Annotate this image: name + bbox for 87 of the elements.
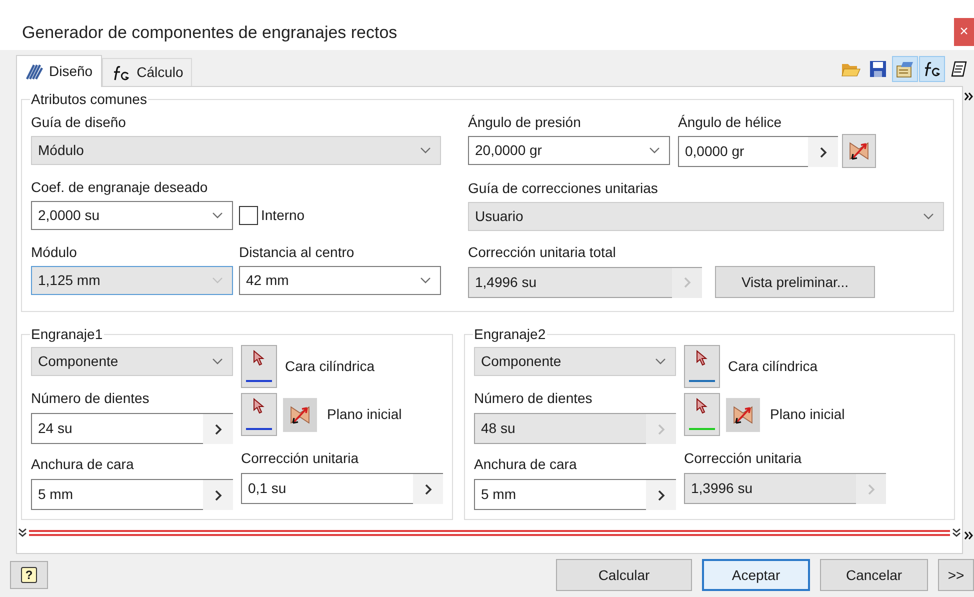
more-button[interactable] <box>203 479 233 510</box>
chevron-down-icon <box>655 358 666 365</box>
more-button[interactable] <box>646 479 676 510</box>
chevron-right-icon <box>658 424 664 434</box>
field-label: Plano inicial <box>327 405 402 424</box>
chevron-right-icon <box>214 424 222 434</box>
field-label: Coef. de engranaje deseado <box>31 178 209 197</box>
chevron-right-icon <box>684 277 690 288</box>
chevron-right-icon <box>424 484 432 494</box>
group-title: Engranaje1 <box>30 325 104 344</box>
hatch-icon <box>25 62 43 80</box>
chevron-down-icon <box>420 147 431 154</box>
cursor-icon <box>696 350 708 366</box>
flip-button[interactable] <box>842 134 876 168</box>
field-label: Anchura de cara <box>474 455 578 474</box>
field-label: Guía de correcciones unitarias <box>468 179 659 198</box>
cursor-icon <box>253 398 265 414</box>
field-label: Anchura de cara <box>31 455 135 474</box>
select-button[interactable] <box>241 345 277 388</box>
select-button[interactable] <box>684 345 720 388</box>
select-button[interactable] <box>241 393 277 436</box>
select-button[interactable] <box>684 393 720 436</box>
field-label: Guía de diseño <box>31 113 127 132</box>
field-label: Número de dientes <box>31 389 150 408</box>
input-field[interactable]: 5 mm <box>31 479 203 510</box>
properties-icon <box>895 60 915 78</box>
checkbox[interactable] <box>239 206 258 225</box>
chevron-right-icon <box>214 490 222 500</box>
more-button[interactable] <box>808 136 838 167</box>
chevron-right-icon <box>868 484 874 494</box>
cursor-icon <box>253 350 265 366</box>
field-label: Corrección unitaria <box>241 449 360 468</box>
cursor-icon <box>696 398 708 414</box>
notes-icon <box>950 60 968 78</box>
group-title: Engranaje2 <box>473 325 547 344</box>
dialog-button[interactable]: Aceptar <box>702 559 810 591</box>
double-chevron-down-icon <box>952 528 961 537</box>
flip-button[interactable] <box>726 398 760 432</box>
toolbar-button[interactable] <box>919 56 945 82</box>
chevron-down-icon <box>923 213 934 220</box>
chevron-right-icon <box>820 146 826 158</box>
chevron-down-icon <box>649 147 660 154</box>
field-label: Corrección unitaria <box>684 449 802 468</box>
field-label: Plano inicial <box>770 405 845 424</box>
chevron-down-icon <box>212 358 223 365</box>
flip-icon <box>848 140 870 162</box>
more-button[interactable] <box>413 473 443 504</box>
input-field[interactable]: 5 mm <box>474 479 646 510</box>
save-icon <box>869 60 887 78</box>
chevron-down-icon <box>212 277 223 284</box>
more-button[interactable] <box>203 413 233 444</box>
checkbox-label: Interno <box>261 206 305 225</box>
close-button[interactable]: × <box>954 18 974 46</box>
double-chevron-down-icon <box>18 528 27 537</box>
chevron-right-icon <box>658 490 664 500</box>
dropdown[interactable]: 2,0000 su <box>31 201 233 230</box>
double-chevron-right-icon <box>964 531 973 540</box>
window-title: Generador de componentes de engranajes rectos <box>22 22 398 44</box>
function-icon <box>922 61 942 77</box>
help-button[interactable]: ? <box>10 561 48 589</box>
flip-icon <box>732 404 754 426</box>
field-label: Distancia al centro <box>239 243 356 262</box>
dialog-button[interactable]: >> <box>938 559 974 591</box>
tab[interactable]: Diseño <box>16 55 102 87</box>
tab[interactable]: Cálculo <box>102 58 192 86</box>
input-field[interactable]: 24 su <box>31 413 203 444</box>
field-label: Número de dientes <box>474 389 594 408</box>
field-label: Ángulo de hélice <box>678 113 783 132</box>
chevron-down-icon <box>212 212 223 219</box>
dialog-button[interactable]: Cancelar <box>820 559 928 591</box>
dropdown[interactable]: 20,0000 gr <box>468 136 670 165</box>
input-field[interactable]: 0,0000 gr <box>678 136 808 167</box>
field-label: Cara cilíndrica <box>285 357 374 376</box>
group-title: Atributos comunes <box>30 90 148 109</box>
double-chevron-right-icon <box>964 92 973 101</box>
flip-icon <box>289 404 311 426</box>
field-label: Cara cilíndrica <box>728 357 818 376</box>
splitter-bar[interactable] <box>29 530 950 536</box>
field-label: Módulo <box>31 243 78 262</box>
dropdown[interactable]: 42 mm <box>239 266 441 295</box>
input-field[interactable]: 0,1 su <box>241 473 413 504</box>
dialog-button[interactable]: Calcular <box>556 559 692 591</box>
chevron-down-icon <box>420 277 431 284</box>
preview-button[interactable]: Vista preliminar... <box>715 266 875 298</box>
field-label: Corrección unitaria total <box>468 243 617 262</box>
flip-button[interactable] <box>283 398 317 432</box>
field-label: Ángulo de presión <box>468 113 582 132</box>
